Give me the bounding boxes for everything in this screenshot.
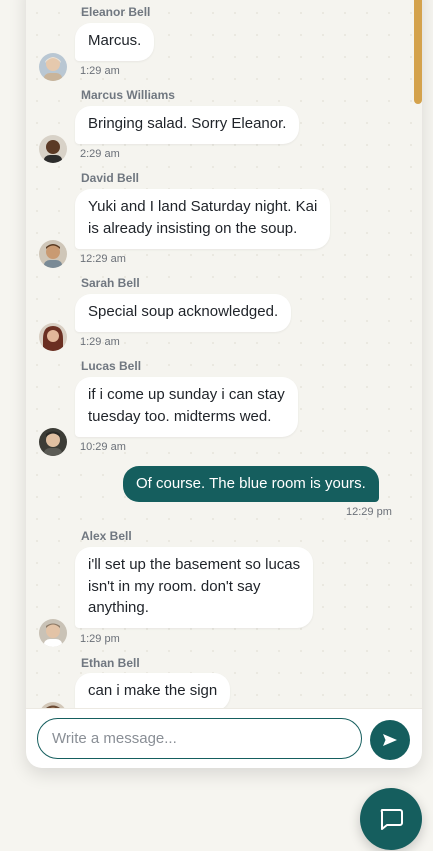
scrollbar[interactable] (414, 0, 422, 104)
message-input[interactable] (37, 718, 362, 759)
avatar-image (39, 323, 67, 351)
message-time: 12:29 am (80, 253, 126, 265)
avatar[interactable] (39, 135, 67, 163)
message-time: 1:29 am (80, 65, 120, 77)
sender-name: Alex Bell (81, 529, 132, 543)
sender-name: Lucas Bell (81, 359, 142, 373)
chat-bubble-icon (380, 809, 403, 830)
avatar[interactable] (39, 323, 67, 351)
chat-panel: Eleanor Bell Marcus. 1:29 am Marcus Will… (26, 0, 422, 768)
avatar[interactable] (39, 619, 67, 647)
avatar-image (39, 428, 67, 456)
send-icon (383, 734, 397, 746)
outgoing-time: 12:29 pm (346, 506, 392, 518)
sender-name: Sarah Bell (81, 276, 140, 290)
avatar[interactable] (39, 240, 67, 268)
chat-toggle-button[interactable] (360, 788, 422, 850)
message-time: 1:29 pm (80, 633, 120, 645)
sender-name: Ethan Bell (81, 656, 140, 670)
message-bubble: Special soup acknowledged. (75, 294, 292, 332)
avatar-image (39, 619, 67, 647)
outgoing-bubble: Of course. The blue room is yours. (123, 466, 379, 502)
avatar[interactable] (39, 53, 67, 81)
avatar-image (39, 240, 67, 268)
sender-name: Marcus Williams (81, 88, 175, 102)
message-bubble: Bringing salad. Sorry Eleanor. (75, 106, 300, 144)
send-button[interactable] (370, 720, 410, 760)
sender-name: Eleanor Bell (81, 5, 151, 19)
message-bubble: can i make the sign (75, 673, 231, 711)
composer (26, 708, 422, 768)
sender-name: David Bell (81, 171, 140, 185)
avatar-image (39, 135, 67, 163)
message-bubble: Marcus. (75, 23, 155, 61)
message-time: 2:29 am (80, 148, 120, 160)
message-bubble: if i come up sunday i can stay tuesday t… (75, 377, 298, 437)
message-time: 10:29 am (80, 441, 126, 453)
message-bubble: Yuki and I land Saturday night. Kai is a… (75, 189, 331, 249)
message-time: 1:29 am (80, 336, 120, 348)
avatar[interactable] (39, 428, 67, 456)
avatar-image (39, 53, 67, 81)
message-bubble: i'll set up the basement so lucas isn't … (75, 547, 314, 628)
